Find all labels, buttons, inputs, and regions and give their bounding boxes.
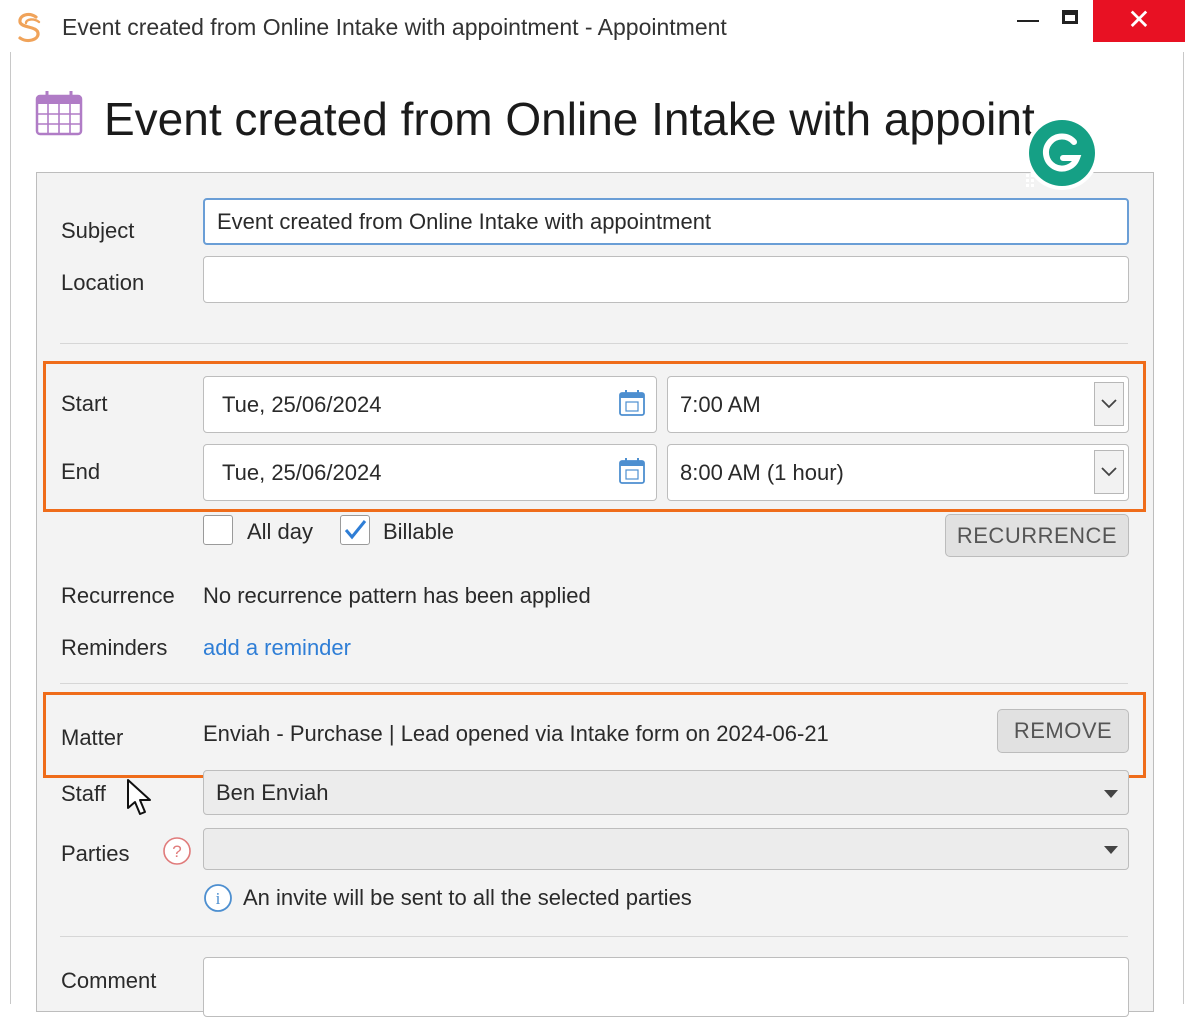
comment-label: Comment bbox=[61, 968, 157, 993]
help-glyph: ? bbox=[172, 842, 181, 861]
close-icon: ✕ bbox=[1127, 4, 1151, 35]
close-button[interactable]: ✕ bbox=[1093, 0, 1185, 42]
matter-highlight bbox=[43, 692, 1146, 778]
divider bbox=[60, 683, 1128, 684]
parties-label: Parties bbox=[61, 841, 130, 866]
staff-select[interactable]: Ben Enviah bbox=[203, 770, 1129, 815]
maximize-icon bbox=[1062, 10, 1078, 24]
window-border-left bbox=[10, 52, 11, 1004]
billable-label: Billable bbox=[383, 519, 454, 544]
checkmark-icon bbox=[344, 520, 367, 540]
comment-textarea[interactable] bbox=[203, 957, 1129, 1017]
staff-label: Staff bbox=[61, 781, 106, 806]
page-title: Event created from Online Intake with ap… bbox=[104, 93, 1114, 145]
location-input[interactable] bbox=[203, 256, 1129, 303]
divider bbox=[60, 936, 1128, 937]
mouse-cursor-icon bbox=[127, 779, 151, 815]
location-label: Location bbox=[61, 270, 145, 295]
recurrence-button[interactable]: RECURRENCE bbox=[945, 514, 1129, 557]
add-reminder-link[interactable]: add a reminder bbox=[203, 635, 351, 661]
subject-value: Event created from Online Intake with ap… bbox=[217, 208, 712, 234]
grammarly-icon[interactable] bbox=[1022, 116, 1100, 194]
all-day-checkbox[interactable] bbox=[203, 515, 233, 545]
staff-value: Ben Enviah bbox=[216, 779, 329, 805]
title-bar: Event created from Online Intake with ap… bbox=[0, 0, 1199, 52]
calendar-icon bbox=[35, 91, 83, 136]
chevron-down-icon bbox=[1104, 789, 1118, 798]
app-logo-icon bbox=[18, 12, 41, 43]
start-end-highlight bbox=[43, 361, 1146, 512]
reminders-label: Reminders bbox=[61, 635, 168, 660]
recurrence-value: No recurrence pattern has been applied bbox=[203, 583, 591, 608]
all-day-label: All day bbox=[247, 519, 314, 544]
window-border-right bbox=[1183, 52, 1184, 1004]
help-icon[interactable]: ? bbox=[162, 836, 192, 866]
divider bbox=[60, 343, 1128, 344]
info-icon: i bbox=[204, 884, 232, 912]
minimize-icon bbox=[1017, 20, 1039, 22]
window-title: Event created from Online Intake with ap… bbox=[62, 14, 727, 40]
recurrence-label: Recurrence bbox=[61, 583, 175, 608]
info-glyph: i bbox=[216, 889, 221, 908]
subject-label: Subject bbox=[61, 218, 135, 243]
subject-input[interactable]: Event created from Online Intake with ap… bbox=[203, 198, 1129, 245]
chevron-down-icon bbox=[1104, 846, 1118, 854]
parties-select[interactable] bbox=[203, 828, 1129, 870]
invite-note-text: An invite will be sent to all the select… bbox=[243, 885, 692, 910]
billable-checkbox[interactable] bbox=[340, 515, 370, 545]
